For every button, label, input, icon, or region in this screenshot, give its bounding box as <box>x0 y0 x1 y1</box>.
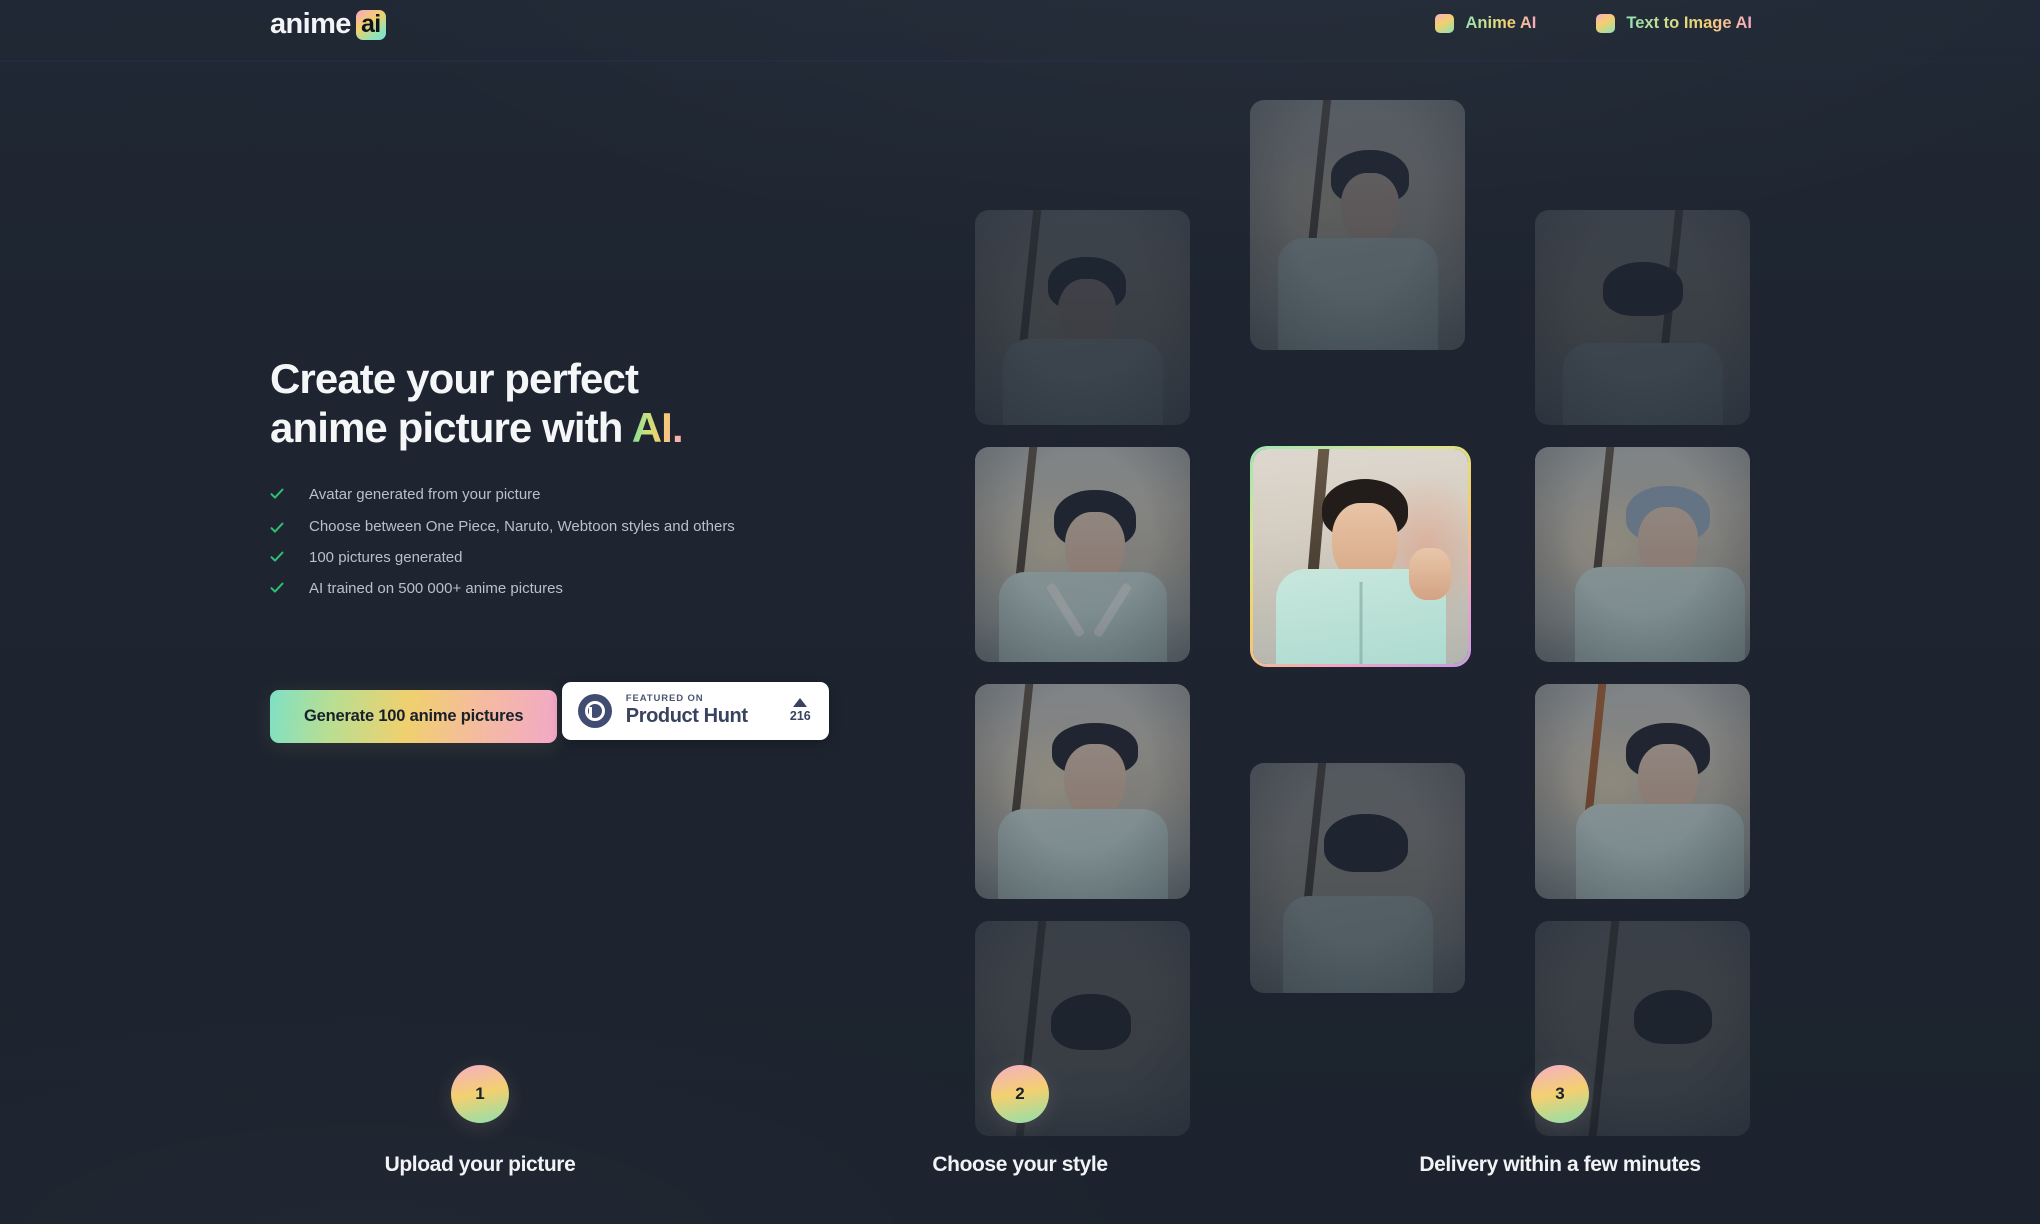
anime-artwork <box>975 684 1190 899</box>
step-3: 3 Delivery within a few minutes <box>1330 1065 1790 1194</box>
gallery-card[interactable] <box>975 684 1190 899</box>
step-number-badge: 1 <box>451 1065 509 1123</box>
step-title: Upload your picture <box>384 1153 576 1176</box>
gradient-square-icon <box>1596 14 1616 33</box>
feature-text: Choose between One Piece, Naruto, Webtoo… <box>309 517 735 535</box>
feature-item: Choose between One Piece, Naruto, Webtoo… <box>270 516 890 537</box>
step-title: Delivery within a few minutes <box>1419 1153 1701 1176</box>
check-icon <box>270 521 284 535</box>
headline-line-2: anime picture with <box>270 403 632 451</box>
gallery-column-right <box>1535 210 1750 1136</box>
nav-item-anime-ai[interactable]: Anime AI <box>1435 14 1536 33</box>
gallery-grid <box>975 100 1795 1136</box>
feature-item: 100 pictures generated <box>270 547 890 568</box>
upvote-arrow-icon <box>793 698 808 708</box>
nav-label-anime-ai: Anime AI <box>1465 14 1537 32</box>
gallery-card[interactable] <box>975 447 1190 662</box>
product-hunt-texts: FEATURED ON Product Hunt <box>625 692 776 728</box>
gallery-card[interactable] <box>975 210 1190 425</box>
anime-artwork <box>1250 100 1465 350</box>
gallery-card[interactable] <box>1250 100 1465 350</box>
gallery-card[interactable] <box>1535 447 1750 662</box>
nav-label-text-to-image-ai: Text to Image AI <box>1626 14 1752 32</box>
product-hunt-upvotes: 216 <box>790 698 813 723</box>
logo-text: anime <box>270 8 351 40</box>
anime-artwork <box>1535 684 1750 899</box>
feature-text: AI trained on 500 000+ anime pictures <box>309 580 563 598</box>
feature-text: 100 pictures generated <box>309 549 463 567</box>
headline-accent: AI. <box>631 403 684 451</box>
site-header: anime ai Anime AI Text to Image AI <box>0 0 2040 64</box>
feature-text: Avatar generated from your picture <box>309 486 541 504</box>
logo[interactable]: anime ai <box>270 8 386 41</box>
gradient-square-icon <box>1435 14 1455 33</box>
product-hunt-featured-label: FEATURED ON <box>625 692 704 704</box>
feature-item: AI trained on 500 000+ anime pictures <box>270 578 890 599</box>
anime-artwork <box>1535 210 1750 425</box>
step-1: 1 Upload your picture <box>250 1065 710 1194</box>
gallery-card-active[interactable] <box>1250 446 1471 667</box>
product-hunt-icon <box>577 693 612 728</box>
product-hunt-name: Product Hunt <box>625 705 748 728</box>
gallery-column-left <box>975 210 1190 1136</box>
main-navigation: Anime AI Text to Image AI <box>1435 14 1752 33</box>
check-icon <box>270 487 284 501</box>
step-2: 2 Choose your style <box>790 1065 1250 1194</box>
check-icon <box>270 581 284 595</box>
anime-artwork <box>975 447 1190 662</box>
gallery-card[interactable] <box>1535 210 1750 425</box>
step-title: Choose your style <box>932 1153 1108 1176</box>
headline-line-1: Create your perfect <box>270 355 639 402</box>
gallery-card[interactable] <box>1250 763 1465 993</box>
steps-section: 1 Upload your picture 2 Choose your styl… <box>0 1065 2040 1194</box>
nav-item-text-to-image-ai[interactable]: Text to Image AI <box>1596 14 1752 33</box>
anime-artwork <box>1250 763 1465 993</box>
user-photo <box>1253 449 1468 664</box>
check-icon <box>270 550 284 564</box>
step-number-badge: 2 <box>991 1065 1049 1123</box>
hero-content: Create your perfect anime picture with A… <box>270 355 890 743</box>
upvote-count: 216 <box>789 709 811 724</box>
gallery-column-center <box>1250 100 1471 993</box>
generate-pictures-button[interactable]: Generate 100 anime pictures <box>270 689 558 743</box>
anime-artwork <box>1535 447 1750 662</box>
gallery-card[interactable] <box>1535 684 1750 899</box>
anime-artwork <box>975 210 1190 425</box>
step-number-badge: 3 <box>1531 1065 1589 1123</box>
feature-list: Avatar generated from your picture Choos… <box>270 484 890 599</box>
feature-item: Avatar generated from your picture <box>270 484 890 505</box>
logo-ai-badge: ai <box>355 9 386 40</box>
page-title: Create your perfect anime picture with A… <box>270 355 890 452</box>
product-hunt-badge[interactable]: FEATURED ON Product Hunt 216 <box>561 681 829 740</box>
